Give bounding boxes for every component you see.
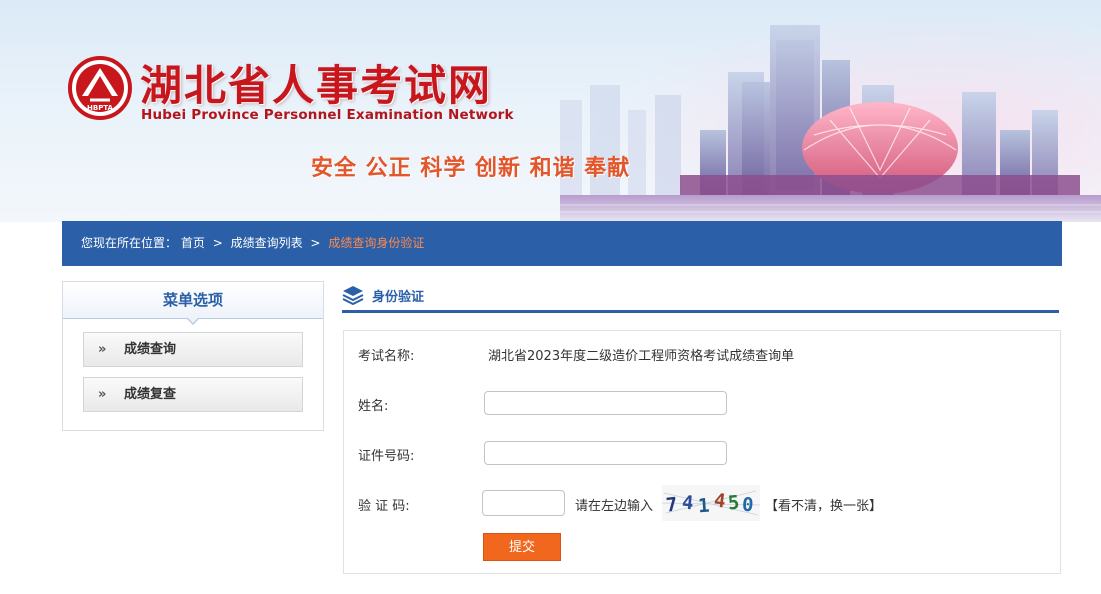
captcha-label: 验 证 码: bbox=[358, 499, 410, 514]
hbpta-emblem-icon: HBPTA bbox=[68, 56, 132, 120]
section-title: 身份验证 bbox=[372, 290, 425, 305]
sidebar-menu: 菜单选项 » 成绩查询 » 成绩复查 bbox=[62, 281, 324, 431]
site-logo[interactable]: HBPTA 湖北省人事考试网 Hubei Province Personnel … bbox=[68, 52, 518, 132]
submit-button[interactable]: 提交 bbox=[483, 533, 561, 561]
captcha-char: 7 bbox=[665, 493, 679, 516]
breadcrumb-prefix: 您现在所在位置： bbox=[81, 236, 178, 250]
sidebar-item-label: 成绩复查 bbox=[124, 387, 177, 402]
captcha-char: 4 bbox=[681, 492, 694, 515]
sidebar-item-label: 成绩查询 bbox=[124, 342, 177, 357]
captcha-input[interactable] bbox=[482, 490, 565, 516]
captcha-refresh-link[interactable]: 【看不清，换一张】 bbox=[765, 495, 882, 514]
breadcrumb-separator: > bbox=[310, 236, 321, 250]
exam-name-label: 考试名称: bbox=[358, 349, 415, 364]
exam-name-value: 湖北省2023年度二级造价工程师资格考试成绩查询单 bbox=[488, 349, 795, 364]
verify-form: 考试名称: 湖北省2023年度二级造价工程师资格考试成绩查询单 姓名: 证件号码… bbox=[343, 330, 1061, 574]
section-header: 身份验证 bbox=[342, 282, 1059, 313]
name-input[interactable] bbox=[484, 391, 727, 415]
double-chevron-right-icon: » bbox=[98, 342, 107, 357]
name-label: 姓名: bbox=[358, 399, 389, 414]
header-banner: HBPTA 湖北省人事考试网 Hubei Province Personnel … bbox=[0, 0, 1101, 222]
sidebar-title-pointer bbox=[186, 317, 200, 325]
captcha-char: 5 bbox=[727, 492, 740, 515]
breadcrumb-separator: > bbox=[212, 236, 223, 250]
emblem-text: HBPTA bbox=[87, 104, 114, 112]
layers-stack-icon bbox=[342, 286, 364, 305]
id-number-label: 证件号码: bbox=[358, 449, 415, 464]
captcha-char: 0 bbox=[741, 494, 754, 517]
sidebar-item-score-query[interactable]: » 成绩查询 bbox=[83, 332, 303, 367]
sidebar-title: 菜单选项 bbox=[63, 282, 323, 319]
sidebar-item-score-review[interactable]: » 成绩复查 bbox=[83, 377, 303, 412]
captcha-image[interactable]: 7 4 1 4 5 0 bbox=[662, 485, 760, 521]
breadcrumb-current: 成绩查询身份验证 bbox=[328, 236, 425, 250]
breadcrumb-home-link[interactable]: 首页 bbox=[181, 236, 205, 250]
id-number-input[interactable] bbox=[484, 441, 727, 465]
site-name-en: Hubei Province Personnel Examination Net… bbox=[141, 107, 514, 123]
breadcrumb: 您现在所在位置： 首页 > 成绩查询列表 > 成绩查询身份验证 bbox=[62, 221, 1062, 266]
captcha-hint: 请在左边输入 bbox=[575, 499, 654, 514]
double-chevron-right-icon: » bbox=[98, 387, 107, 402]
captcha-char: 4 bbox=[713, 489, 727, 512]
site-slogan: 安全 公正 科学 创新 和谐 奉献 bbox=[311, 156, 631, 181]
site-name-cn: 湖北省人事考试网 bbox=[140, 61, 493, 110]
breadcrumb-score-list-link[interactable]: 成绩查询列表 bbox=[231, 236, 303, 250]
captcha-char: 1 bbox=[697, 495, 710, 518]
